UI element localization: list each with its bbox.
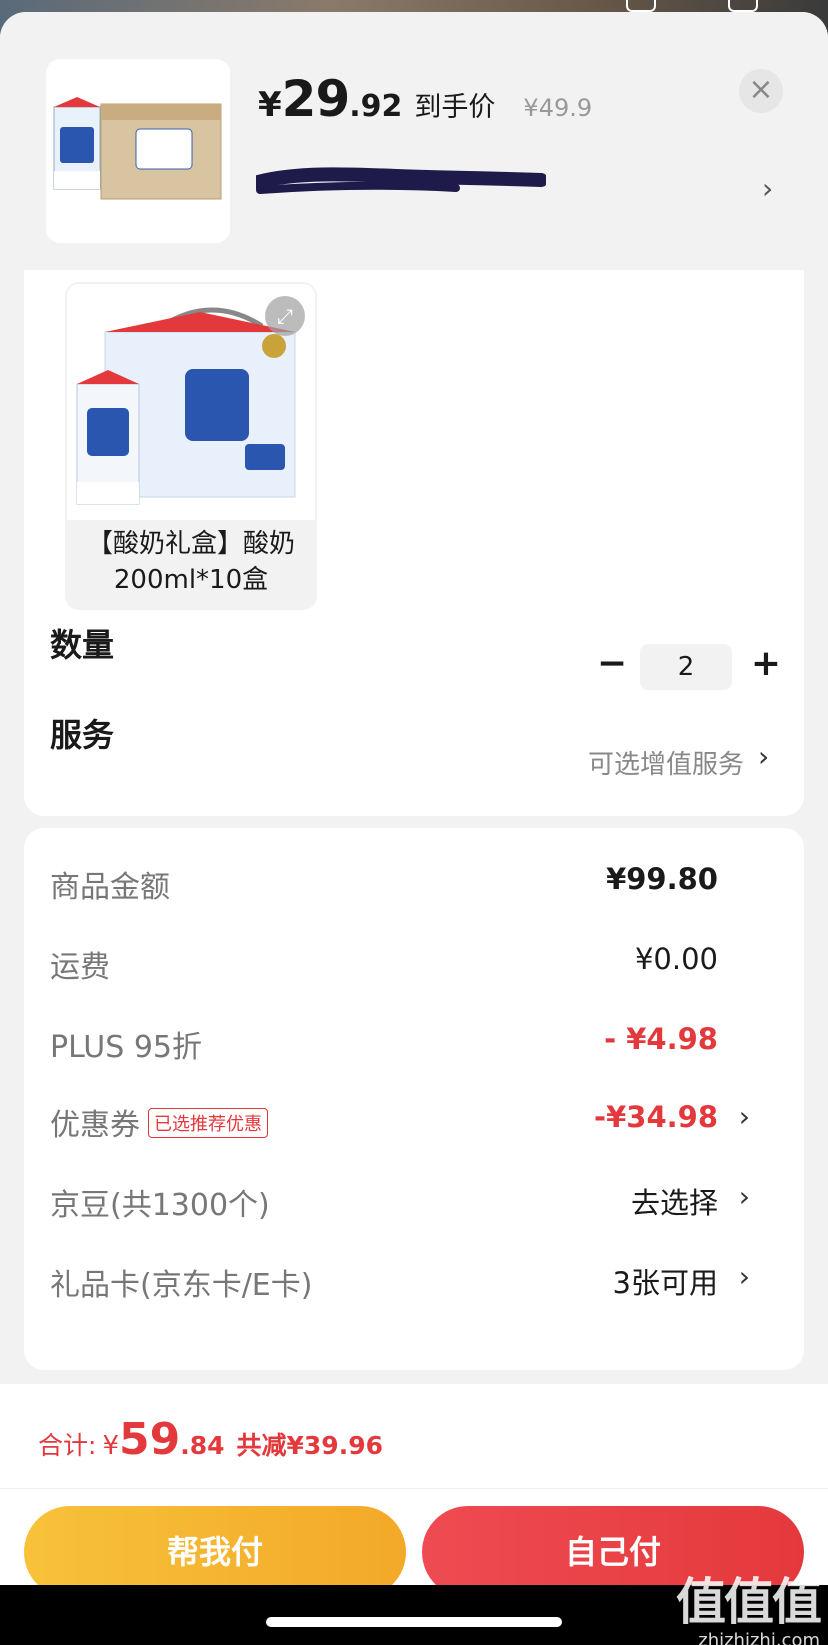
watermark-url: zhizhizhi.com <box>698 1630 820 1645</box>
address-chevron-icon[interactable]: › <box>762 172 773 205</box>
goods-amount-label: 商品金额 <box>50 870 170 905</box>
plus-discount-row: PLUS 95折 - ¥4.98 <box>50 1022 780 1072</box>
variant-image: ⤢ <box>67 284 315 520</box>
footer-divider <box>0 1488 828 1489</box>
price-summary-card: 商品金额 ¥99.80 运费 ¥0.00 PLUS 95折 - ¥4.98 优惠… <box>24 828 804 1370</box>
gift-card-chevron-icon[interactable]: › <box>739 1260 750 1293</box>
plus-discount-value: - ¥4.98 <box>604 1022 718 1056</box>
price-decimal: .92 <box>349 89 403 124</box>
total-integer: 59 <box>118 1414 181 1465</box>
total-saved: 共减¥39.96 <box>236 1431 383 1460</box>
service-hint[interactable]: 可选增值服务 <box>588 744 744 781</box>
price-currency: ¥ <box>258 85 282 125</box>
spec-card: ⤢ 【酸奶礼盒】酸奶200ml*10盒 数量 − 2 + 服务 可选增值服务 › <box>24 270 804 816</box>
redacted-address-scribble <box>256 167 546 194</box>
total-row: 合计: ¥ 59 .84 共减¥39.96 <box>38 1414 383 1465</box>
coupon-badge: 已选推荐优惠 <box>148 1108 268 1138</box>
coupon-row[interactable]: 优惠券 已选推荐优惠 -¥34.98 › <box>50 1100 780 1150</box>
top-corner-icon <box>728 0 758 12</box>
top-corner-icon <box>626 0 656 12</box>
quantity-decrement-button[interactable]: − <box>592 644 632 684</box>
product-header: ¥ 29 .92 到手价 ¥49.9 × › <box>0 12 828 270</box>
quantity-increment-button[interactable]: + <box>746 644 786 684</box>
jd-beans-value: 去选择 <box>630 1186 718 1220</box>
shipping-label: 运费 <box>50 950 110 985</box>
service-chevron-icon[interactable]: › <box>758 740 769 773</box>
gift-card-label: 礼品卡(京东卡/E卡) <box>50 1268 313 1303</box>
expand-image-icon[interactable]: ⤢ <box>265 296 305 336</box>
checkout-sheet: ¥ 29 .92 到手价 ¥49.9 × › ⤢ 【酸奶礼盒】酸奶200ml*1… <box>0 12 828 1585</box>
coupon-chevron-icon[interactable]: › <box>739 1100 750 1133</box>
quantity-label: 数量 <box>50 626 115 664</box>
service-label: 服务 <box>50 716 115 754</box>
final-price-tag: 到手价 <box>414 92 496 123</box>
close-button[interactable]: × <box>739 69 783 113</box>
total-currency: ¥ <box>102 1431 119 1461</box>
variant-option[interactable]: ⤢ 【酸奶礼盒】酸奶200ml*10盒 <box>65 282 317 610</box>
gift-card-value: 3张可用 <box>612 1266 718 1300</box>
goods-amount-value: ¥99.80 <box>606 862 718 896</box>
coupon-label: 优惠券 <box>50 1108 140 1143</box>
jd-beans-row[interactable]: 京豆(共1300个) 去选择 › <box>50 1180 780 1230</box>
coupon-label-group: 优惠券 已选推荐优惠 <box>50 1100 268 1144</box>
watermark: 值值值 zhizhizhi.com <box>676 1562 822 1645</box>
jd-beans-chevron-icon[interactable]: › <box>739 1180 750 1213</box>
shipping-row: 运费 ¥0.00 <box>50 942 780 992</box>
jd-beans-label: 京豆(共1300个) <box>50 1188 270 1223</box>
watermark-logo: 值值值 <box>676 1573 822 1631</box>
original-price: ¥49.9 <box>523 94 593 122</box>
quantity-input[interactable]: 2 <box>640 644 732 690</box>
shipping-value: ¥0.00 <box>634 942 718 976</box>
coupon-value: -¥34.98 <box>594 1100 718 1134</box>
help-me-pay-button[interactable]: 帮我付 <box>24 1506 406 1585</box>
total-decimal: .84 <box>180 1431 225 1460</box>
checkout-footer: 合计: ¥ 59 .84 共减¥39.96 帮我付 自己付 <box>0 1384 828 1585</box>
price-row: ¥ 29 .92 到手价 ¥49.9 <box>258 70 592 128</box>
home-indicator[interactable] <box>266 1617 562 1627</box>
product-thumbnail <box>46 59 230 243</box>
goods-amount-row: 商品金额 ¥99.80 <box>50 862 780 912</box>
price-integer: 29 <box>281 70 351 128</box>
variant-label: 【酸奶礼盒】酸奶200ml*10盒 <box>86 529 295 595</box>
plus-discount-label: PLUS 95折 <box>50 1030 203 1065</box>
total-label: 合计: <box>38 1431 97 1460</box>
gift-card-row[interactable]: 礼品卡(京东卡/E卡) 3张可用 › <box>50 1260 780 1310</box>
